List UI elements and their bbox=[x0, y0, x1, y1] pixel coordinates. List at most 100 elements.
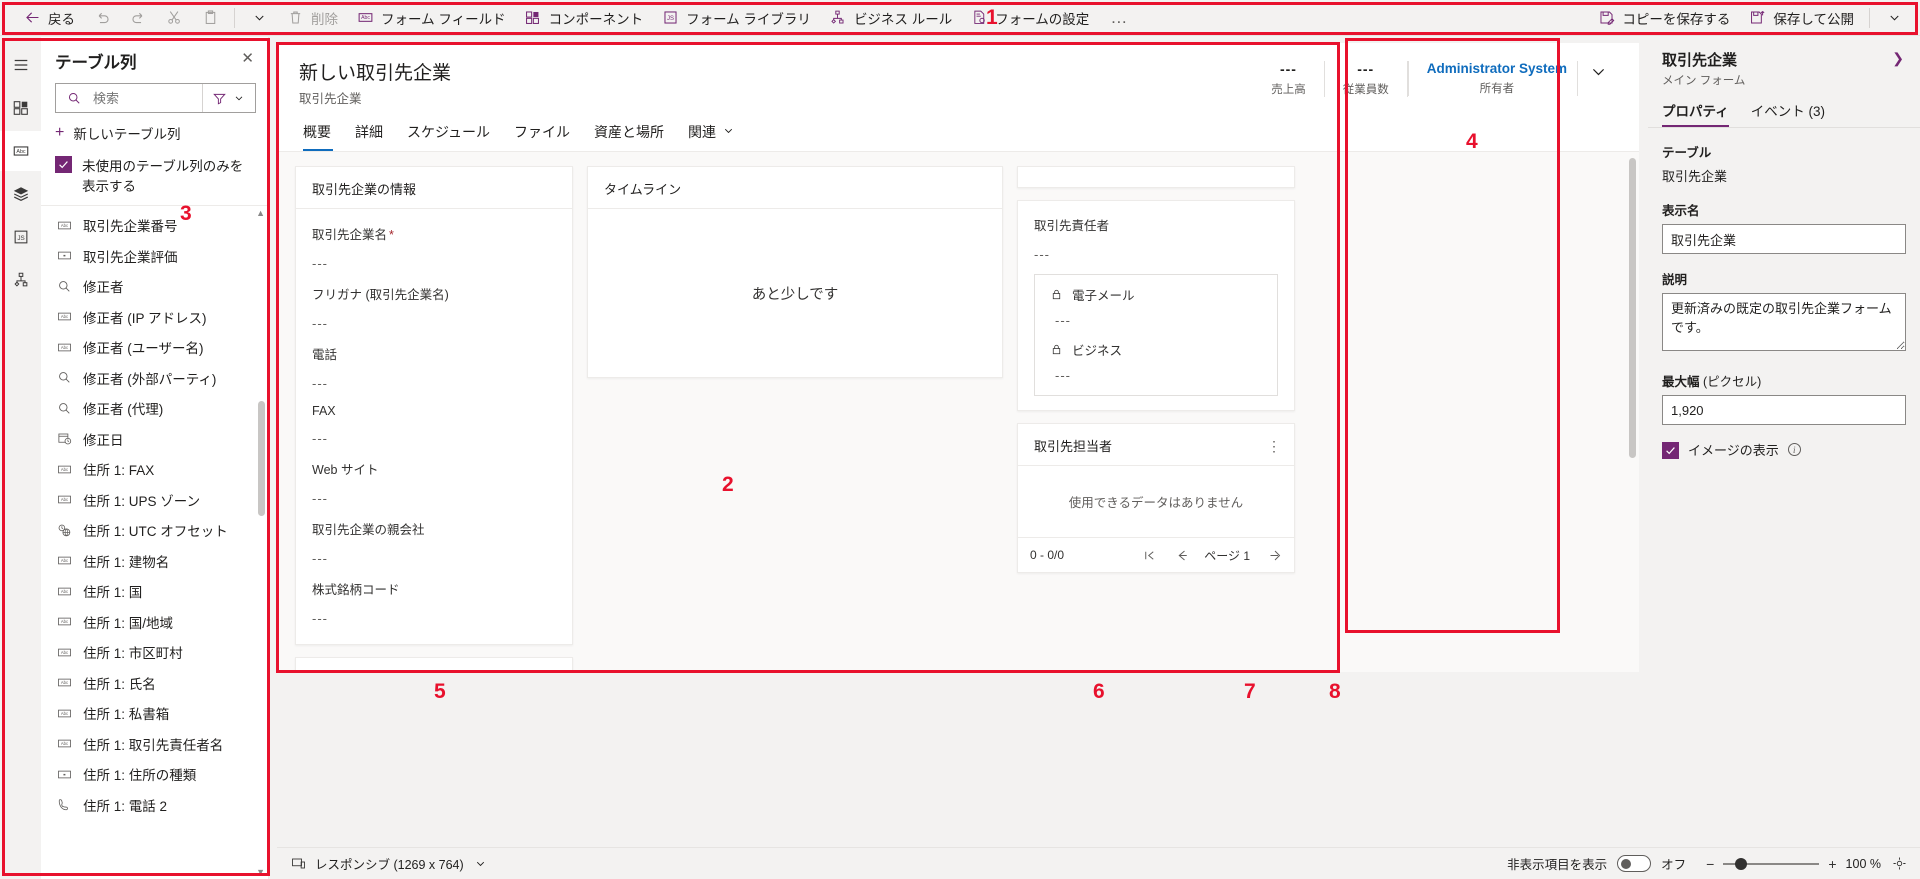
table-column-item[interactable]: 修正者 bbox=[41, 271, 268, 302]
cut-button[interactable] bbox=[156, 4, 192, 32]
show-unused-columns-checkbox[interactable]: 未使用のテーブル列のみを表示する bbox=[41, 151, 268, 205]
max-width-input[interactable] bbox=[1662, 395, 1906, 425]
properties-panel-tab[interactable]: プロパティ bbox=[1662, 100, 1729, 127]
form-tab[interactable]: ファイル bbox=[502, 117, 582, 151]
header-expand-chevron-icon[interactable] bbox=[1578, 61, 1617, 85]
form-tab[interactable]: スケジュール bbox=[395, 117, 502, 151]
component-button[interactable]: コンポーネント bbox=[515, 4, 653, 32]
form-tab[interactable]: 関連 bbox=[676, 117, 747, 151]
zoom-slider-knob[interactable] bbox=[1735, 857, 1748, 870]
zoom-slider[interactable] bbox=[1723, 857, 1820, 870]
table-columns-scrollbar[interactable]: ▲ ▼ bbox=[256, 206, 266, 879]
save-and-publish-button[interactable]: 保存して公開 bbox=[1739, 4, 1863, 32]
address-card[interactable]: 住所 bbox=[295, 657, 573, 672]
table-column-item[interactable]: Abc 修正者 (ユーザー名) bbox=[41, 332, 268, 363]
properties-panel-tabs[interactable]: プロパティ イベント (3) bbox=[1648, 90, 1920, 128]
table-column-item[interactable]: Abc 住所 1: 国/地域 bbox=[41, 607, 268, 638]
form-field[interactable]: FAX --- bbox=[312, 395, 556, 450]
table-column-item[interactable]: Abc 住所 1: 氏名 bbox=[41, 668, 268, 699]
fit-to-screen-icon[interactable] bbox=[1890, 855, 1908, 873]
form-field[interactable]: 電話 --- bbox=[312, 335, 556, 395]
redo-button[interactable] bbox=[120, 4, 156, 32]
search-input[interactable] bbox=[91, 89, 202, 107]
header-stat-employees[interactable]: --- 従業員数 bbox=[1325, 61, 1408, 97]
form-settings-button[interactable]: フォームの設定 bbox=[961, 4, 1098, 32]
new-table-column-button[interactable]: + 新しいテーブル列 bbox=[41, 113, 268, 151]
scroll-down-arrow-icon[interactable]: ▼ bbox=[256, 867, 265, 877]
form-library-button[interactable]: JS フォーム ライブラリ bbox=[652, 4, 820, 32]
form-canvas[interactable]: 新しい取引先企業 取引先企業 --- 売上高 --- 従業員数 Administ… bbox=[277, 43, 1639, 672]
canvas-scrollbar[interactable] bbox=[1628, 152, 1637, 672]
table-column-item[interactable]: Abc 住所 1: UPS ゾーン bbox=[41, 485, 268, 516]
more-options-icon[interactable]: ⋮ bbox=[1267, 439, 1282, 453]
form-field[interactable]: 株式銘柄コード --- bbox=[312, 570, 556, 630]
undo-button[interactable] bbox=[84, 4, 120, 32]
save-options-chevron-button[interactable] bbox=[1876, 4, 1912, 32]
sidebar-item-tree-view[interactable] bbox=[0, 174, 41, 214]
first-page-icon[interactable] bbox=[1140, 546, 1158, 564]
business-rule-button[interactable]: ビジネス ルール bbox=[820, 4, 961, 32]
close-icon[interactable]: ✕ bbox=[237, 49, 258, 68]
sidebar-item-business-rules[interactable] bbox=[0, 260, 41, 300]
top-stub-card[interactable] bbox=[1017, 166, 1295, 188]
table-column-item[interactable]: Abc 住所 1: 建物名 bbox=[41, 546, 268, 577]
zoom-in-button[interactable]: + bbox=[1828, 856, 1836, 872]
form-field[interactable]: Web サイト --- bbox=[312, 450, 556, 510]
zoom-out-button[interactable]: − bbox=[1706, 856, 1714, 872]
responsive-size-selector[interactable]: レスポンシブ (1269 x 764) bbox=[289, 854, 490, 873]
sidebar-item-form-library[interactable]: JS bbox=[0, 217, 41, 257]
form-body[interactable]: 取引先企業の情報 取引先企業名 * --- フリガナ (取引先企業名) --- 電話 ---… bbox=[277, 152, 1639, 672]
form-tab[interactable]: 概要 bbox=[299, 117, 343, 151]
table-columns-list[interactable]: Abc 取引先企業番号 取引先企業評価 修正者 Abc 修正者 (IP アドレス) Abc 修… bbox=[41, 206, 268, 879]
info-icon[interactable]: i bbox=[1787, 443, 1801, 456]
canvas-scrollbar-thumb[interactable] bbox=[1629, 158, 1636, 458]
table-column-item[interactable]: Abc 住所 1: FAX bbox=[41, 454, 268, 485]
description-textarea[interactable]: 更新済みの既定の取引先企業フォームです。 bbox=[1662, 293, 1906, 351]
account-information-card[interactable]: 取引先企業の情報 取引先企業名 * --- フリガナ (取引先企業名) --- 電話 ---… bbox=[295, 166, 573, 645]
table-column-item[interactable]: Abc 住所 1: 私書箱 bbox=[41, 698, 268, 729]
table-column-item[interactable]: Abc 取引先企業番号 bbox=[41, 210, 268, 241]
expand-panel-chevron-icon[interactable]: ❯ bbox=[1890, 49, 1906, 67]
display-name-input[interactable] bbox=[1662, 224, 1906, 254]
save-copy-button[interactable]: コピーを保存する bbox=[1588, 4, 1739, 32]
timeline-card[interactable]: タイムライン あと少しです bbox=[587, 166, 1003, 378]
paste-button[interactable] bbox=[192, 4, 228, 32]
next-page-icon[interactable] bbox=[1264, 546, 1282, 564]
primary-contact-card[interactable]: 取引先責任者 --- 電子メール --- ビジネス --- bbox=[1017, 200, 1295, 411]
table-column-item[interactable]: 住所 1: 電話 2 bbox=[41, 790, 268, 821]
form-tab[interactable]: 資産と場所 bbox=[582, 117, 676, 151]
form-field[interactable]: 取引先企業の親会社 --- bbox=[312, 510, 556, 570]
table-column-item[interactable]: Abc 住所 1: 市区町村 bbox=[41, 637, 268, 668]
show-image-checkbox[interactable]: イメージの表示 i bbox=[1662, 440, 1906, 459]
form-field[interactable]: 取引先企業名 * --- bbox=[312, 215, 556, 275]
search-box[interactable] bbox=[56, 89, 202, 107]
delete-button[interactable]: 削除 bbox=[277, 4, 347, 32]
table-column-item[interactable]: 住所 1: UTC オフセット bbox=[41, 515, 268, 546]
table-column-item[interactable]: Abc 修正者 (IP アドレス) bbox=[41, 302, 268, 333]
sidebar-item-components[interactable] bbox=[0, 88, 41, 128]
contacts-subgrid-card[interactable]: 取引先担当者 ⋮ 使用できるデータはありません 0 - 0/0 ページ 1 bbox=[1017, 423, 1295, 573]
form-tab[interactable]: 詳細 bbox=[343, 117, 395, 151]
overflow-menu-button[interactable]: … bbox=[1098, 9, 1140, 26]
table-column-item[interactable]: 取引先企業評価 bbox=[41, 241, 268, 272]
header-stat-revenue[interactable]: --- 売上高 bbox=[1253, 61, 1325, 97]
table-column-item[interactable]: Abc 住所 1: 取引先責任者名 bbox=[41, 729, 268, 760]
form-tab-strip[interactable]: 概要 詳細 スケジュール ファイル 資産と場所 関連 bbox=[277, 107, 1639, 152]
form-field[interactable]: フリガナ (取引先企業名) --- bbox=[312, 275, 556, 335]
table-column-item[interactable]: Abc 住所 1: 国 bbox=[41, 576, 268, 607]
filter-button[interactable] bbox=[202, 84, 255, 112]
scroll-up-arrow-icon[interactable]: ▲ bbox=[256, 208, 265, 218]
sidebar-item-table-columns[interactable]: Abc bbox=[0, 131, 41, 171]
header-stat-owner[interactable]: Administrator System 所有者 bbox=[1407, 61, 1578, 96]
properties-panel-tab[interactable]: イベント (3) bbox=[1751, 100, 1825, 127]
sidebar-item-hamburger-menu[interactable] bbox=[0, 45, 41, 85]
back-button[interactable]: 戻る bbox=[14, 4, 84, 32]
form-field-button[interactable]: Abc フォーム フィールド bbox=[347, 4, 515, 32]
paste-options-button[interactable] bbox=[241, 4, 277, 32]
hidden-items-toggle[interactable] bbox=[1617, 855, 1652, 872]
table-column-item[interactable]: 修正者 (代理) bbox=[41, 393, 268, 424]
table-column-item[interactable]: 住所 1: 住所の種類 bbox=[41, 759, 268, 790]
previous-page-icon[interactable] bbox=[1172, 546, 1190, 564]
scrollbar-thumb[interactable] bbox=[258, 401, 265, 516]
table-column-item[interactable]: 修正日 bbox=[41, 424, 268, 455]
